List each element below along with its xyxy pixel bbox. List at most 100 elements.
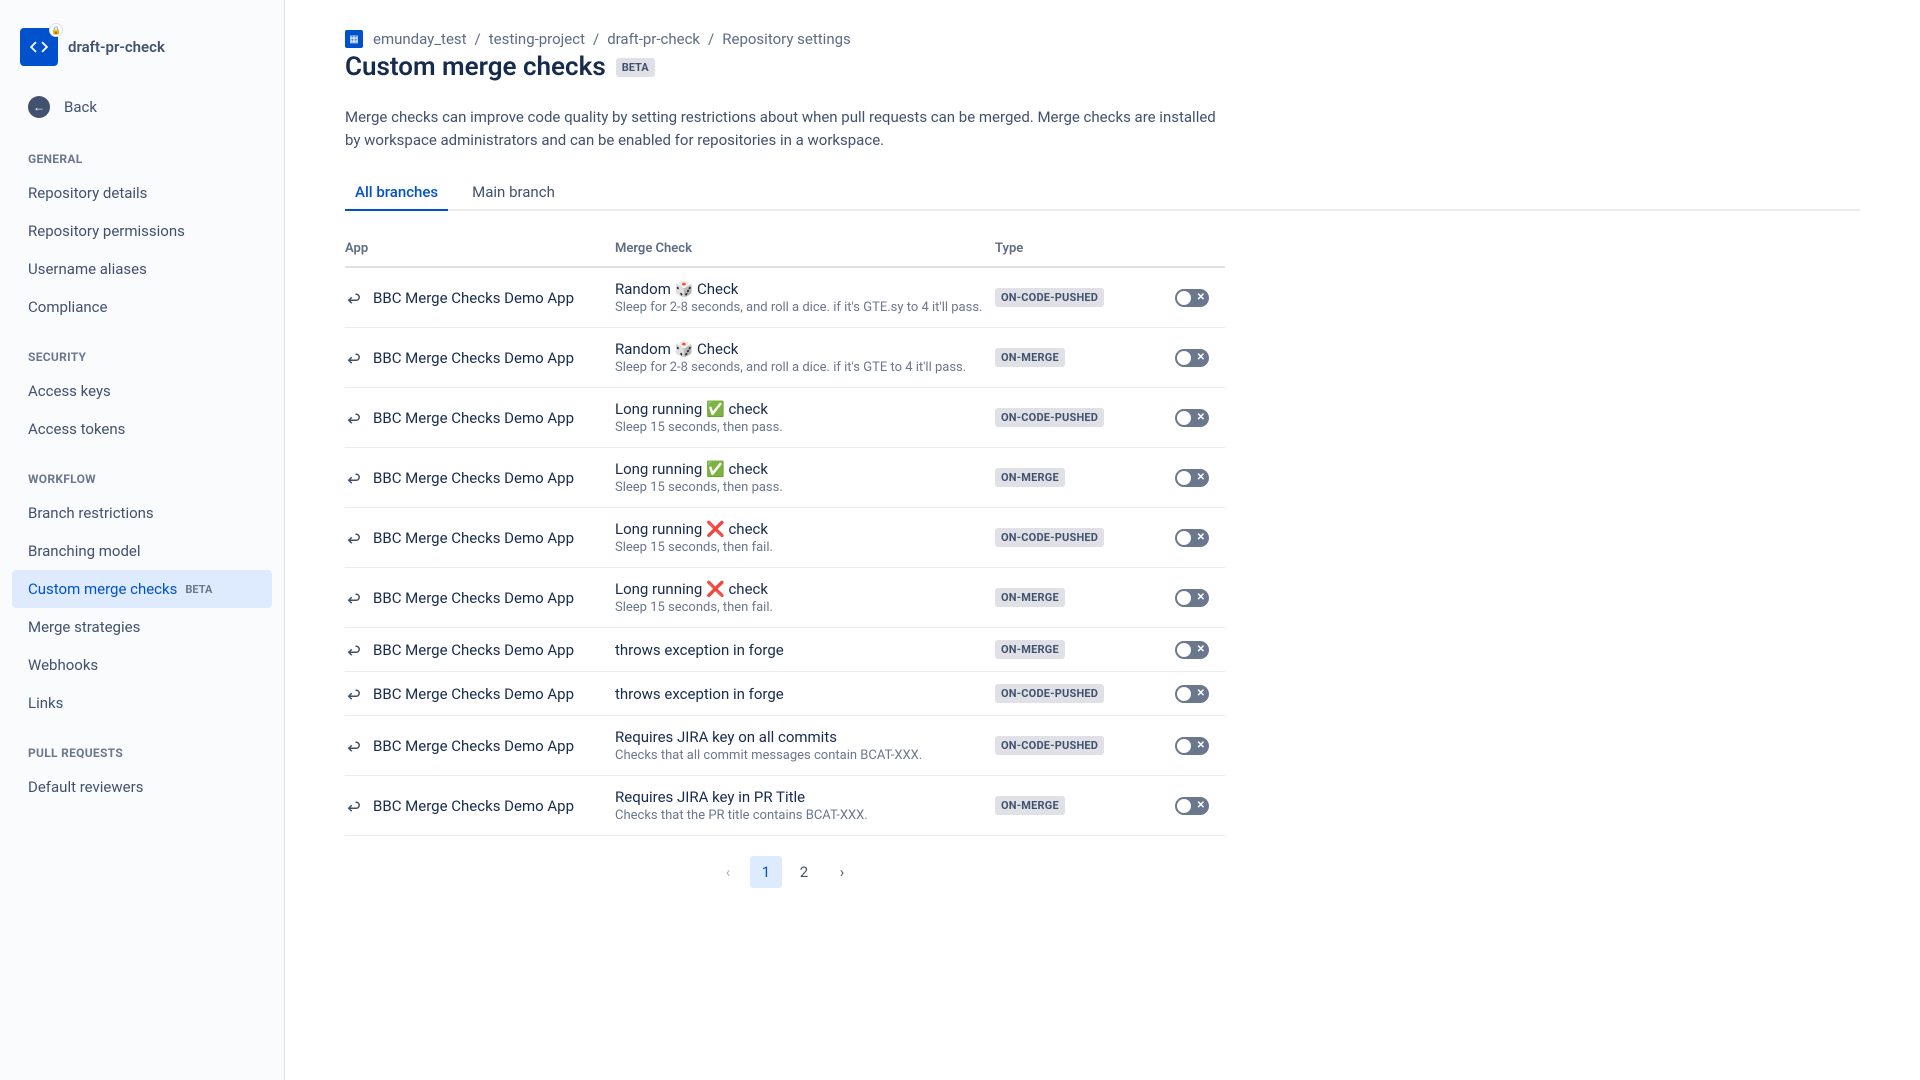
check-cell: throws exception in forge [615, 685, 995, 703]
enable-toggle[interactable]: ✕ [1175, 409, 1209, 427]
type-badge: ON-MERGE [995, 468, 1065, 487]
checklist-icon [345, 797, 363, 815]
toggle-off-icon: ✕ [1197, 472, 1205, 483]
toggle-knob [1177, 643, 1191, 657]
check-cell: throws exception in forge [615, 641, 995, 659]
nav-default-reviewers[interactable]: Default reviewers [0, 768, 284, 806]
tab-all-branches[interactable]: All branches [345, 175, 448, 211]
enable-toggle[interactable]: ✕ [1175, 469, 1209, 487]
checklist-icon [345, 685, 363, 703]
check-cell: Requires JIRA key in PR Title Checks that… [615, 788, 995, 823]
page-description: Merge checks can improve code quality by… [345, 106, 1225, 151]
back-button[interactable]: ← Back [0, 86, 284, 128]
enable-toggle[interactable]: ✕ [1175, 685, 1209, 703]
nav-custom-merge-checks[interactable]: Custom merge checks BETA [12, 570, 272, 608]
nav-branch-restrictions[interactable]: Branch restrictions [0, 494, 284, 532]
nav-webhooks[interactable]: Webhooks [0, 646, 284, 684]
type-cell: ON-MERGE [995, 796, 1175, 815]
nav-access-keys[interactable]: Access keys [0, 372, 284, 410]
check-title: Long running ✅ check [615, 460, 995, 478]
app-name: BBC Merge Checks Demo App [373, 797, 574, 815]
breadcrumb-project[interactable]: testing-project [489, 30, 585, 48]
page-1-button[interactable]: 1 [750, 856, 782, 888]
toggle-off-icon: ✕ [1197, 740, 1205, 751]
check-sub: Checks that the PR title contains BCAT-X… [615, 808, 995, 823]
type-cell: ON-CODE-PUSHED [995, 408, 1175, 427]
main-content: ▦ emunday_test / testing-project / draft… [285, 0, 1920, 1080]
app-cell: BBC Merge Checks Demo App [345, 349, 615, 367]
nav-username-aliases[interactable]: Username aliases [0, 250, 284, 288]
check-cell: Long running ❌ checkSleep 15 seconds, th… [615, 520, 995, 555]
nav-beta-badge: BETA [185, 583, 212, 596]
nav-access-tokens[interactable]: Access tokens [0, 410, 284, 448]
breadcrumb-workspace[interactable]: emunday_test [373, 30, 467, 48]
table-head: App Merge Check Type [345, 231, 1225, 268]
nav-repository-details[interactable]: Repository details [0, 174, 284, 212]
page-title: Custom merge checks [345, 52, 606, 82]
pagination: ‹ 1 2 › [345, 856, 1225, 888]
app-cell: BBC Merge Checks Demo App [345, 409, 615, 427]
toggle-knob [1177, 739, 1191, 753]
check-cell: Long running ✅ check Sleep 15 seconds, th… [615, 460, 995, 495]
enable-toggle[interactable]: ✕ [1175, 737, 1209, 755]
enable-toggle[interactable]: ✕ [1175, 349, 1209, 367]
app-name: BBC Merge Checks Demo App [373, 289, 574, 307]
type-badge: ON-MERGE [995, 588, 1065, 607]
type-cell: ON-MERGE [995, 640, 1175, 659]
enable-toggle[interactable]: ✕ [1175, 589, 1209, 607]
nav-repository-permissions[interactable]: Repository permissions [0, 212, 284, 250]
toggle-knob [1177, 471, 1191, 485]
toggle-off-icon: ✕ [1197, 352, 1205, 363]
check-sub: Sleep for 2-8 seconds, and roll a dice. … [615, 300, 995, 315]
enable-toggle[interactable]: ✕ [1175, 797, 1209, 815]
check-sub: Sleep 15 seconds, then pass. [615, 480, 995, 495]
toggle-off-icon: ✕ [1197, 644, 1205, 655]
check-title: Requires JIRA key in PR Title [615, 788, 995, 806]
table-row: BBC Merge Checks Demo AppRandom 🎲 CheckS… [345, 328, 1225, 388]
breadcrumb-icon: ▦ [345, 30, 363, 48]
type-badge: ON-CODE-PUSHED [995, 684, 1104, 703]
chevron-left-icon: ‹ [726, 863, 731, 881]
check-sub: Sleep 15 seconds, then pass. [615, 420, 995, 435]
repo-icon: 🔒 [20, 28, 58, 66]
type-cell: ON-MERGE [995, 588, 1175, 607]
type-badge: ON-MERGE [995, 640, 1065, 659]
nav-compliance[interactable]: Compliance [0, 288, 284, 326]
check-sub: Checks that all commit messages contain … [615, 748, 995, 763]
type-badge: ON-CODE-PUSHED [995, 408, 1104, 427]
check-title: Random 🎲 Check [615, 280, 995, 298]
nav-links[interactable]: Links [0, 684, 284, 722]
page-2-button[interactable]: 2 [788, 856, 820, 888]
page-prev-button[interactable]: ‹ [712, 856, 744, 888]
table-row: BBC Merge Checks Demo AppLong running ✅ … [345, 448, 1225, 508]
enable-toggle[interactable]: ✕ [1175, 289, 1209, 307]
toggle-cell: ✕ [1175, 737, 1225, 755]
section-workflow-label: WORKFLOW [0, 448, 284, 494]
nav-merge-strategies[interactable]: Merge strategies [0, 608, 284, 646]
breadcrumb-settings[interactable]: Repository settings [722, 30, 851, 48]
toggle-knob [1177, 351, 1191, 365]
checklist-icon [345, 289, 363, 307]
app-cell: BBC Merge Checks Demo App [345, 589, 615, 607]
toggle-cell: ✕ [1175, 685, 1225, 703]
check-cell: Random 🎲 Check Sleep for 2-8 seconds, and… [615, 280, 995, 315]
app-cell: BBC Merge Checks Demo App [345, 289, 615, 307]
toggle-cell: ✕ [1175, 641, 1225, 659]
app-name: BBC Merge Checks Demo App [373, 349, 574, 367]
breadcrumb: ▦ emunday_test / testing-project / draft… [345, 30, 1860, 48]
enable-toggle[interactable]: ✕ [1175, 641, 1209, 659]
toggle-cell: ✕ [1175, 529, 1225, 547]
merge-checks-table: App Merge Check Type BBC Merge Checks De… [345, 231, 1225, 836]
nav-branching-model[interactable]: Branching model [0, 532, 284, 570]
table-row: BBC Merge Checks Demo AppLong running ❌ … [345, 508, 1225, 568]
toggle-knob [1177, 591, 1191, 605]
enable-toggle[interactable]: ✕ [1175, 529, 1209, 547]
toggle-cell: ✕ [1175, 589, 1225, 607]
tab-main-branch[interactable]: Main branch [462, 175, 565, 211]
breadcrumb-repo[interactable]: draft-pr-check [607, 30, 700, 48]
app-cell: BBC Merge Checks Demo App [345, 641, 615, 659]
toggle-knob [1177, 531, 1191, 545]
type-cell: ON-CODE-PUSHED [995, 528, 1175, 547]
app-cell: BBC Merge Checks Demo App [345, 797, 615, 815]
page-next-button[interactable]: › [826, 856, 858, 888]
